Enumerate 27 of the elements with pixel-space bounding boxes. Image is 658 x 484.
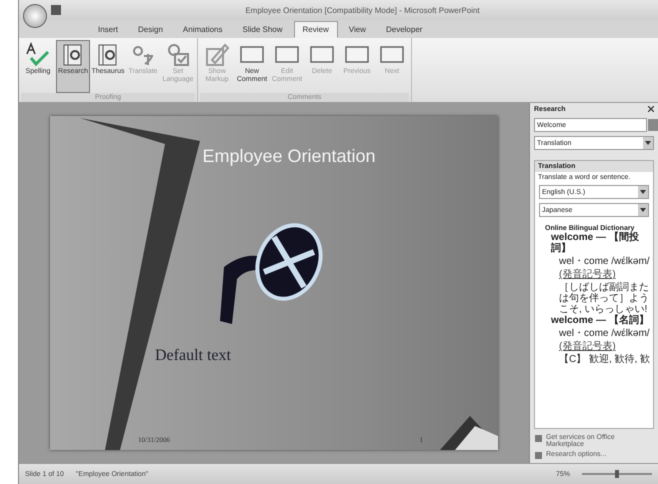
dropdown-arrow-icon[interactable] xyxy=(640,208,646,212)
spelling-check-icon xyxy=(25,42,51,68)
slide-title: Employee Orientation xyxy=(202,146,376,167)
window-title: Employee Orientation [Compatibility Mode] - Microsoft PowerPoint xyxy=(244,6,481,14)
markup-icon xyxy=(204,42,230,68)
ribbon-tab[interactable]: Insert xyxy=(89,21,128,38)
definition-text: ［しばしば副詞または句を伴って］ようこそ, いらっしゃい! xyxy=(558,282,650,315)
corner-shape-drawing xyxy=(440,416,498,450)
dropdown-arrow-icon[interactable] xyxy=(640,190,646,194)
entry-heading[interactable]: welcome ― 【名詞】 xyxy=(551,315,653,326)
slide-body-text: Default text xyxy=(155,347,231,365)
ribbon-tab[interactable]: Developer xyxy=(376,21,432,38)
pronunciation-link[interactable]: (発音記号表) xyxy=(551,341,653,352)
ribbon-tab[interactable]: View xyxy=(340,21,375,38)
ribbon-tab[interactable]: Design xyxy=(129,21,172,38)
pronunciation-link[interactable]: (発音記号表) xyxy=(551,269,653,280)
language-check-icon xyxy=(165,42,191,68)
ribbon-tab[interactable]: Slide Show xyxy=(234,21,292,38)
ribbon-tab[interactable]: Review xyxy=(294,21,338,38)
pronunciation-text: wel・come /wέlkəm/ xyxy=(558,328,651,339)
office-button[interactable] xyxy=(23,4,47,28)
ribbon-tab[interactable]: Animations xyxy=(174,21,232,38)
dropdown-arrow-icon[interactable] xyxy=(645,141,651,145)
zoom-slider-thumb[interactable] xyxy=(615,470,619,478)
pronunciation-text: wel・come /wέlkəm/ xyxy=(558,256,651,267)
close-icon[interactable] xyxy=(648,106,654,112)
definition-text: 【C】 歓迎, 歓待, 歓 xyxy=(558,354,652,365)
